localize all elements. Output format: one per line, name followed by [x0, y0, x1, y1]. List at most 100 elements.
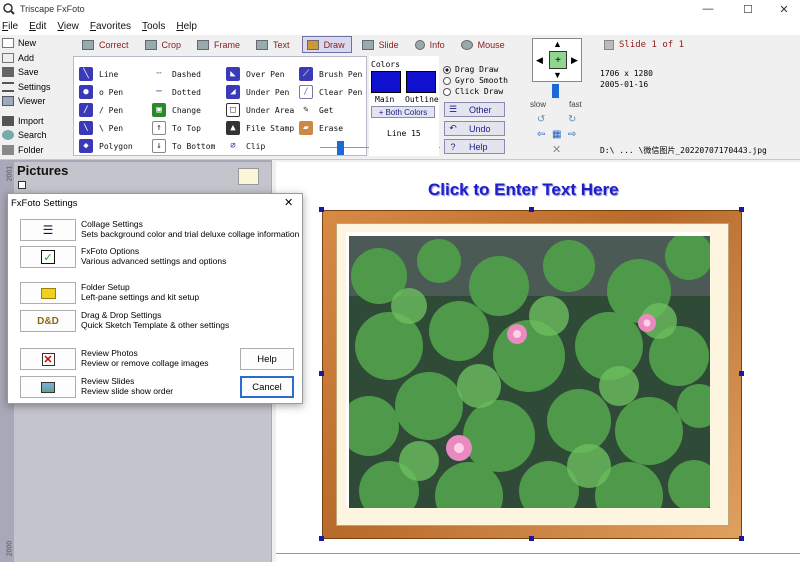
settings-command[interactable]: Settings [2, 80, 58, 95]
menu-help[interactable]: Help [176, 21, 197, 32]
fxfoto-options-button[interactable]: ✓ [20, 246, 76, 268]
resize-handle[interactable] [319, 536, 324, 541]
menu-tools[interactable]: Tools [142, 21, 165, 32]
get-color-tool[interactable]: ✎ Get [299, 101, 362, 119]
new-command[interactable]: New [2, 36, 58, 51]
next-icon[interactable]: ⇨ [568, 129, 576, 140]
to-bottom-button[interactable]: ↓ To Bottom [152, 137, 215, 155]
resize-handle[interactable] [529, 207, 534, 212]
note-icon[interactable] [238, 168, 259, 185]
undo-button[interactable]: ↶ Undo [444, 121, 505, 136]
import-command[interactable]: Import [2, 114, 58, 129]
line-width-slider-thumb[interactable] [337, 141, 344, 155]
remove-photo-icon: ✕ [41, 352, 55, 366]
remove-icon[interactable]: ✕ [552, 143, 561, 156]
resize-handle[interactable] [529, 536, 534, 541]
gyro-smooth-radio[interactable]: Gyro Smooth [443, 75, 508, 86]
rotate-right-icon[interactable]: ↻ [568, 114, 576, 125]
under-pen-tool[interactable]: ◢ Under Pen [226, 83, 294, 101]
over-pen-tool[interactable]: ◣ Over Pen [226, 65, 294, 83]
menu-edit[interactable]: Edit [29, 21, 46, 32]
clear-pen-tool[interactable]: ∕ Clear Pen [299, 83, 362, 101]
resize-handle[interactable] [739, 207, 744, 212]
lotus-photo-image [349, 236, 710, 508]
file-stamp-tool[interactable]: ▲ File Stamp [226, 119, 294, 137]
tab-text[interactable]: Text [252, 36, 296, 53]
collage-settings-row[interactable]: ☰ Collage Settings Sets background color … [20, 219, 299, 241]
dashed-tool[interactable]: ┄ Dashed [152, 65, 215, 83]
center-plus-icon[interactable]: + [549, 51, 567, 69]
tab-info[interactable]: Info [411, 36, 451, 53]
under-area-tool[interactable]: □ Under Area [226, 101, 294, 119]
main-color-swatch[interactable] [371, 71, 401, 93]
dialog-cancel-button[interactable]: Cancel [240, 376, 294, 398]
add-command[interactable]: Add [2, 51, 58, 66]
review-photos-row[interactable]: ✕ Review Photos Review or remove collage … [20, 348, 209, 370]
viewer-command[interactable]: Viewer [2, 94, 58, 109]
both-colors-button[interactable]: + Both Colors [371, 106, 435, 118]
o-pen-tool[interactable]: ● o Pen [79, 83, 133, 101]
resize-handle[interactable] [739, 371, 744, 376]
to-top-button[interactable]: ↑ To Top [152, 119, 215, 137]
speed-slider-thumb[interactable] [552, 84, 559, 98]
tab-crop[interactable]: Crop [141, 36, 188, 53]
clip-tool[interactable]: ⌀ Clip [226, 137, 294, 155]
tab-slide[interactable]: Slide [358, 36, 405, 53]
tab-correct[interactable]: Correct [78, 36, 135, 53]
tab-draw[interactable]: Draw [301, 36, 352, 53]
maximize-button[interactable]: ☐ [728, 0, 768, 18]
help-toolbar-button[interactable]: ? Help [444, 139, 505, 154]
menu-file[interactable]: File [2, 21, 18, 32]
minimize-button[interactable]: — [688, 0, 728, 18]
close-button[interactable]: ✕ [764, 0, 800, 18]
brush-pen-tool[interactable]: ⟋ Brush Pen [299, 65, 362, 83]
outline-color-swatch[interactable] [406, 71, 436, 93]
collage-settings-button[interactable]: ☰ [20, 219, 76, 241]
dialog-help-button[interactable]: Help [240, 348, 294, 370]
resize-handle[interactable] [319, 207, 324, 212]
grid-icon[interactable]: ▦ [552, 129, 561, 140]
previous-icon[interactable]: ⇦ [537, 129, 545, 140]
brush-icon: ⟋ [299, 67, 313, 81]
review-slides-button[interactable] [20, 376, 76, 398]
menu-view[interactable]: View [57, 21, 79, 32]
canvas-title-text[interactable]: Click to Enter Text Here [428, 180, 619, 200]
collapse-icon[interactable] [18, 181, 26, 189]
other-button[interactable]: ☰ Other [444, 102, 505, 117]
drag-draw-radio[interactable]: Drag Draw [443, 64, 508, 75]
arrow-left-icon[interactable]: ◀ [536, 55, 543, 66]
dialog-close-button[interactable]: ✕ [284, 196, 293, 209]
arrow-up-icon[interactable]: ▲ [553, 39, 562, 49]
resize-handle[interactable] [319, 371, 324, 376]
erase-tool[interactable]: ▰ Erase [299, 119, 362, 137]
polygon-tool[interactable]: ◆ Polygon [79, 137, 133, 155]
dotted-tool[interactable]: ─ Dotted [152, 83, 215, 101]
outline-color-label: Outline [405, 95, 439, 104]
change-tool[interactable]: ▣ Change [152, 101, 215, 119]
tab-frame[interactable]: Frame [193, 36, 246, 53]
lotus-photo[interactable] [349, 236, 710, 508]
menu-favorites[interactable]: Favorites [90, 21, 131, 32]
tab-mouse[interactable]: Mouse [457, 36, 511, 53]
folder-command[interactable]: Folder [2, 143, 58, 158]
resize-handle[interactable] [739, 536, 744, 541]
canvas-scrollbar[interactable] [276, 553, 800, 554]
collage-settings-desc: Sets background color and trial deluxe c… [81, 229, 300, 239]
arrow-down-icon[interactable]: ▼ [553, 70, 562, 80]
folder-setup-button[interactable] [20, 282, 76, 304]
navigation-pad[interactable]: + ▲ ▼ ◀ ▶ [532, 38, 582, 82]
line-tool[interactable]: ╲ Line [79, 65, 133, 83]
drag-drop-settings-row[interactable]: D&D Drag & Drop Settings Quick Sketch Tem… [20, 310, 229, 332]
click-draw-radio[interactable]: Click Draw [443, 86, 508, 97]
save-command[interactable]: Save [2, 65, 58, 80]
search-command[interactable]: Search [2, 128, 58, 143]
fxfoto-options-row[interactable]: ✓ FxFoto Options Various advanced setting… [20, 246, 226, 268]
drag-drop-settings-button[interactable]: D&D [20, 310, 76, 332]
arrow-right-icon[interactable]: ▶ [571, 55, 578, 66]
rotate-left-icon[interactable]: ↺ [537, 114, 545, 125]
slash-pen-tool[interactable]: / / Pen [79, 101, 133, 119]
folder-setup-row[interactable]: Folder Setup Left-pane settings and kit s… [20, 282, 199, 304]
backslash-pen-tool[interactable]: \ \ Pen [79, 119, 133, 137]
review-photos-button[interactable]: ✕ [20, 348, 76, 370]
review-slides-row[interactable]: Review Slides Review slide show order [20, 376, 173, 398]
